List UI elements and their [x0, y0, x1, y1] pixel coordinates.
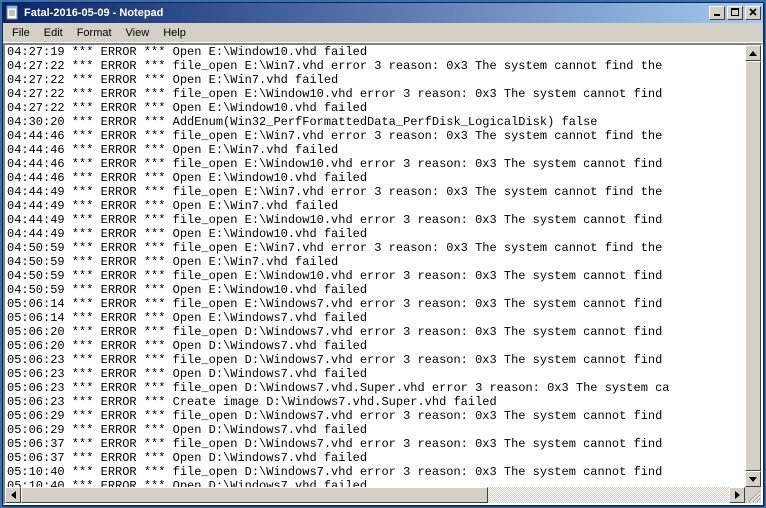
minimize-button[interactable] [709, 6, 725, 20]
scroll-right-button[interactable] [729, 487, 745, 503]
menu-file[interactable]: File [5, 25, 37, 41]
scroll-left-button[interactable] [5, 487, 21, 503]
maximize-button[interactable] [727, 6, 743, 20]
notepad-window: Fatal-2016-05-09 - Notepad File Edit For… [2, 2, 764, 506]
scroll-down-button[interactable] [745, 471, 761, 487]
notepad-icon [5, 5, 21, 21]
vertical-scrollbar[interactable] [745, 45, 761, 487]
title-bar[interactable]: Fatal-2016-05-09 - Notepad [3, 3, 763, 23]
menu-format[interactable]: Format [70, 25, 119, 41]
text-area[interactable]: 04:27:19 *** ERROR *** Open E:\Window10.… [5, 45, 761, 503]
resize-grip[interactable] [745, 487, 761, 503]
horizontal-scrollbar[interactable] [5, 487, 745, 503]
client-area: 04:27:19 *** ERROR *** Open E:\Window10.… [3, 43, 763, 505]
menu-help[interactable]: Help [156, 25, 193, 41]
window-title: Fatal-2016-05-09 - Notepad [24, 7, 707, 19]
vertical-scroll-thumb[interactable] [745, 61, 761, 471]
horizontal-scroll-track[interactable] [21, 487, 729, 503]
menu-view[interactable]: View [119, 25, 157, 41]
menu-edit[interactable]: Edit [37, 25, 70, 41]
window-controls [707, 6, 761, 20]
menu-bar: File Edit Format View Help [3, 23, 763, 43]
scroll-up-button[interactable] [745, 45, 761, 61]
vertical-scroll-track[interactable] [745, 61, 761, 471]
horizontal-scroll-thumb[interactable] [21, 487, 488, 503]
close-button[interactable] [745, 6, 761, 20]
